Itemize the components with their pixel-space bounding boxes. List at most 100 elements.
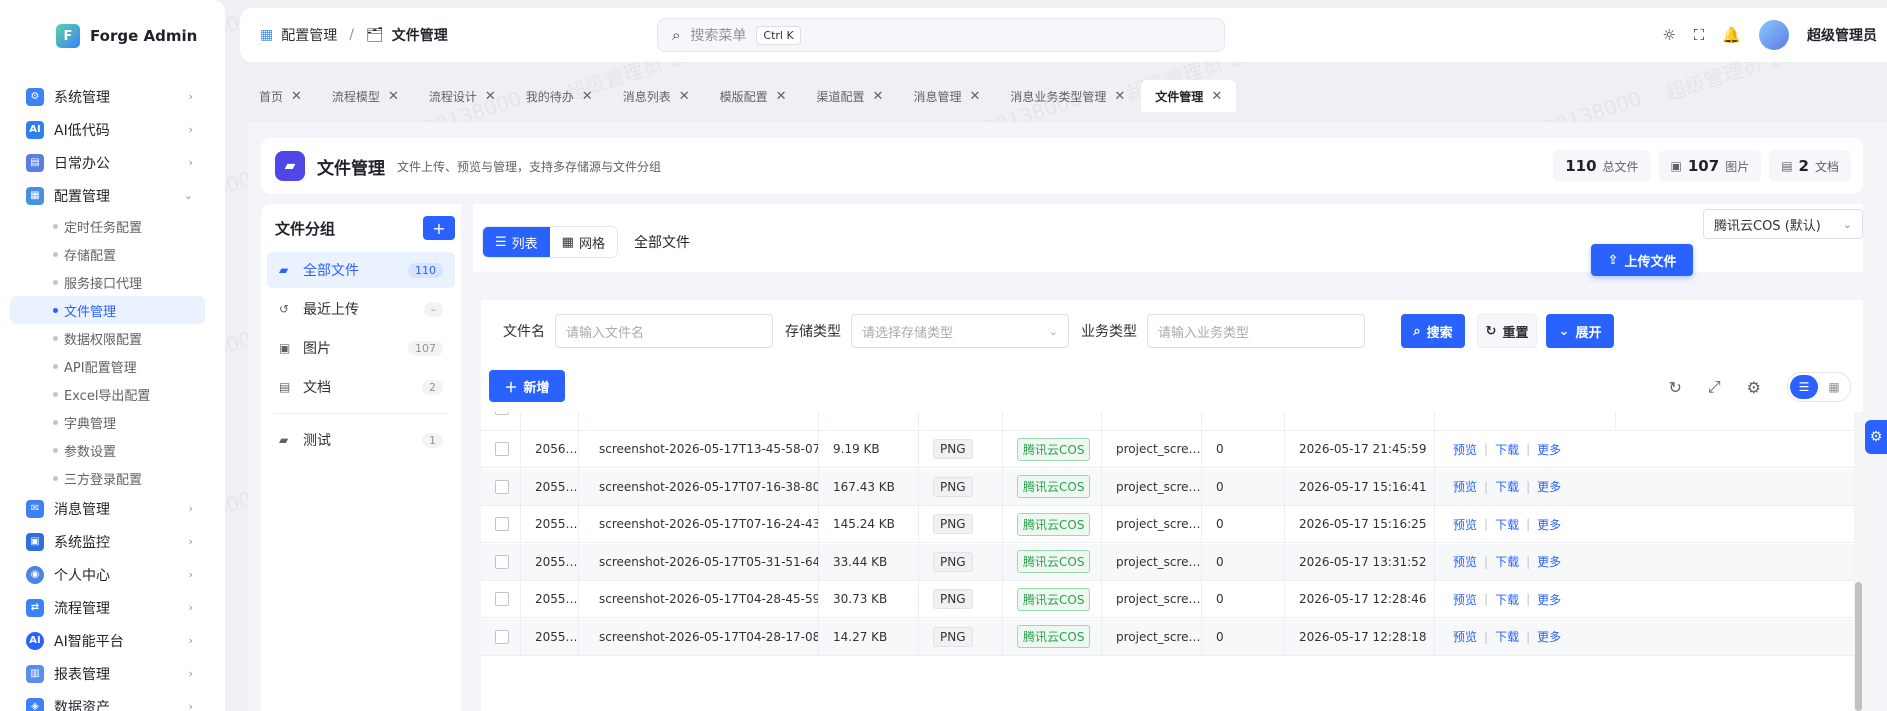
tab-file-manage[interactable]: 文件管理 ✕ bbox=[1141, 80, 1237, 112]
download-link[interactable]: 下载 bbox=[1495, 478, 1519, 495]
close-icon[interactable]: ✕ bbox=[1114, 89, 1125, 104]
more-link[interactable]: 更多 bbox=[1537, 441, 1561, 458]
more-link[interactable]: 更多 bbox=[1537, 553, 1561, 570]
biz-type-input[interactable]: 请输入业务类型 bbox=[1147, 314, 1365, 348]
breadcrumb-parent[interactable]: 配置管理 bbox=[281, 25, 337, 45]
sidebar-item-flow[interactable]: ⇄ 流程管理 › bbox=[10, 591, 215, 624]
close-icon[interactable]: ✕ bbox=[485, 89, 496, 104]
user-name[interactable]: 超级管理员 bbox=[1807, 25, 1877, 45]
grid-view-button[interactable]: ▦ 网格 bbox=[550, 227, 617, 257]
preview-link[interactable]: 预览 bbox=[1453, 516, 1477, 533]
close-icon[interactable]: ✕ bbox=[1211, 89, 1222, 104]
tab-channel-config[interactable]: 渠道配置 ✕ bbox=[803, 80, 898, 112]
sidebar-sub-data-perm[interactable]: 数据权限配置 bbox=[10, 324, 215, 352]
more-link[interactable]: 更多 bbox=[1537, 591, 1561, 608]
add-button[interactable]: ＋ 新增 bbox=[489, 370, 565, 402]
menu-search-input[interactable]: ⌕ 搜索菜单 Ctrl K bbox=[657, 18, 1225, 52]
close-icon[interactable]: ✕ bbox=[291, 89, 302, 104]
row-checkbox[interactable] bbox=[495, 554, 509, 569]
tab-template-config[interactable]: 模版配置 ✕ bbox=[706, 80, 801, 112]
download-link[interactable]: 下载 bbox=[1495, 441, 1519, 458]
sidebar-sub-proxy[interactable]: 服务接口代理 bbox=[10, 268, 215, 296]
more-link[interactable]: 更多 bbox=[1537, 516, 1561, 533]
preview-link[interactable]: 预览 bbox=[1453, 478, 1477, 495]
download-link[interactable]: 下载 bbox=[1495, 591, 1519, 608]
preview-link[interactable]: 预览 bbox=[1453, 553, 1477, 570]
sidebar-item-ai-lowcode[interactable]: AI AI低代码 › bbox=[10, 113, 215, 146]
row-checkbox[interactable] bbox=[495, 629, 509, 644]
sidebar-item-ai-platform[interactable]: AI AI智能平台 › bbox=[10, 624, 215, 657]
storage-type-select[interactable]: 请选择存储类型 ⌄ bbox=[851, 314, 1069, 348]
sidebar-item-message[interactable]: ✉ 消息管理 › bbox=[10, 492, 215, 525]
refresh-icon[interactable]: ↻ bbox=[1668, 378, 1681, 397]
expand-button[interactable]: ⌄ 展开 bbox=[1546, 314, 1614, 348]
more-link[interactable]: 更多 bbox=[1537, 628, 1561, 645]
sidebar-sub-storage[interactable]: 存储配置 bbox=[10, 240, 215, 268]
row-checkbox[interactable] bbox=[495, 592, 509, 606]
close-icon[interactable]: ✕ bbox=[873, 89, 884, 104]
sidebar-sub-excel[interactable]: Excel导出配置 bbox=[10, 380, 215, 408]
row-checkbox[interactable] bbox=[495, 517, 509, 531]
scrollbar-thumb[interactable] bbox=[1855, 582, 1862, 711]
fullscreen-icon[interactable]: ⛶ bbox=[1694, 26, 1705, 44]
tab-message-biz-type[interactable]: 消息业务类型管理 ✕ bbox=[996, 80, 1139, 112]
row-checkbox[interactable] bbox=[495, 412, 509, 415]
search-button[interactable]: ⌕ 搜索 bbox=[1401, 314, 1465, 348]
group-item-test[interactable]: ▰ 测试 1 bbox=[267, 422, 455, 458]
storage-source-select[interactable]: 腾讯云COS (默认) ⌄ bbox=[1703, 209, 1863, 239]
tab-message-list[interactable]: 消息列表 ✕ bbox=[609, 80, 704, 112]
tab-message-manage[interactable]: 消息管理 ✕ bbox=[899, 80, 994, 112]
add-group-button[interactable]: + bbox=[423, 216, 455, 240]
group-item-docs[interactable]: ▤ 文档 2 bbox=[267, 369, 455, 405]
preview-link[interactable]: 预览 bbox=[1453, 441, 1477, 458]
tab-home[interactable]: 首页 ✕ bbox=[245, 80, 316, 112]
sidebar-item-report[interactable]: ▥ 报表管理 › bbox=[10, 657, 215, 690]
download-link[interactable]: 下载 bbox=[1495, 516, 1519, 533]
sidebar-sub-api[interactable]: API配置管理 bbox=[10, 352, 215, 380]
reset-button[interactable]: ↻ 重置 bbox=[1477, 314, 1537, 348]
sidebar-sub-oauth[interactable]: 三方登录配置 bbox=[10, 464, 215, 492]
sidebar-item-system[interactable]: ⚙ 系统管理 › bbox=[10, 80, 215, 113]
file-name-input[interactable]: 请输入文件名 bbox=[555, 314, 773, 348]
column-settings-icon[interactable]: ⚙ bbox=[1747, 378, 1761, 397]
app-logo[interactable]: F Forge Admin bbox=[0, 0, 225, 72]
sidebar-item-monitor[interactable]: ▣ 系统监控 › bbox=[10, 525, 215, 558]
avatar[interactable] bbox=[1759, 20, 1789, 50]
fullscreen-icon[interactable]: ⤢ bbox=[1708, 377, 1721, 397]
tab-flow-model[interactable]: 流程模型 ✕ bbox=[318, 80, 413, 112]
table-scrollbar[interactable] bbox=[1854, 412, 1863, 711]
close-icon[interactable]: ✕ bbox=[679, 89, 690, 104]
sidebar-item-profile[interactable]: ◉ 个人中心 › bbox=[10, 558, 215, 591]
close-icon[interactable]: ✕ bbox=[776, 89, 787, 104]
group-item-all[interactable]: ▰ 全部文件 110 bbox=[267, 252, 455, 288]
grid-icon[interactable]: ▦ bbox=[1820, 375, 1848, 399]
preview-link[interactable]: 预览 bbox=[1453, 591, 1477, 608]
close-icon[interactable]: ✕ bbox=[582, 89, 593, 104]
tab-flow-design[interactable]: 流程设计 ✕ bbox=[415, 80, 510, 112]
upload-file-button[interactable]: ⇪ 上传文件 bbox=[1591, 244, 1693, 276]
close-icon[interactable]: ✕ bbox=[388, 89, 399, 104]
preview-link[interactable]: 预览 bbox=[1453, 628, 1477, 645]
sidebar-item-config[interactable]: ▦ 配置管理 ⌄ bbox=[10, 179, 215, 212]
row-checkbox[interactable] bbox=[495, 479, 509, 494]
row-checkbox[interactable] bbox=[495, 442, 509, 456]
sidebar-item-office[interactable]: ▤ 日常办公 › bbox=[10, 146, 215, 179]
tab-my-todo[interactable]: 我的待办 ✕ bbox=[512, 80, 607, 112]
group-item-images[interactable]: ▣ 图片 107 bbox=[267, 330, 455, 366]
sidebar-item-data[interactable]: ◈ 数据资产 › bbox=[10, 690, 215, 711]
list-view-button[interactable]: ☰ 列表 bbox=[483, 227, 550, 257]
notification-bell-icon[interactable]: 🔔 bbox=[1722, 26, 1741, 44]
row-checkbox-cell bbox=[481, 581, 521, 617]
more-link[interactable]: 更多 bbox=[1537, 478, 1561, 495]
settings-drawer-icon[interactable]: ⚙ bbox=[1865, 420, 1887, 454]
sidebar-sub-dict[interactable]: 字典管理 bbox=[10, 408, 215, 436]
list-icon[interactable]: ☰ bbox=[1790, 375, 1818, 399]
close-icon[interactable]: ✕ bbox=[969, 89, 980, 104]
theme-toggle-icon[interactable]: ☼ bbox=[1662, 26, 1675, 44]
sidebar-sub-file-manage[interactable]: 文件管理 bbox=[10, 296, 205, 324]
group-item-recent[interactable]: ↺ 最近上传 – bbox=[267, 291, 455, 327]
sidebar-sub-cron[interactable]: 定时任务配置 bbox=[10, 212, 215, 240]
download-link[interactable]: 下载 bbox=[1495, 628, 1519, 645]
sidebar-sub-params[interactable]: 参数设置 bbox=[10, 436, 215, 464]
download-link[interactable]: 下载 bbox=[1495, 553, 1519, 570]
